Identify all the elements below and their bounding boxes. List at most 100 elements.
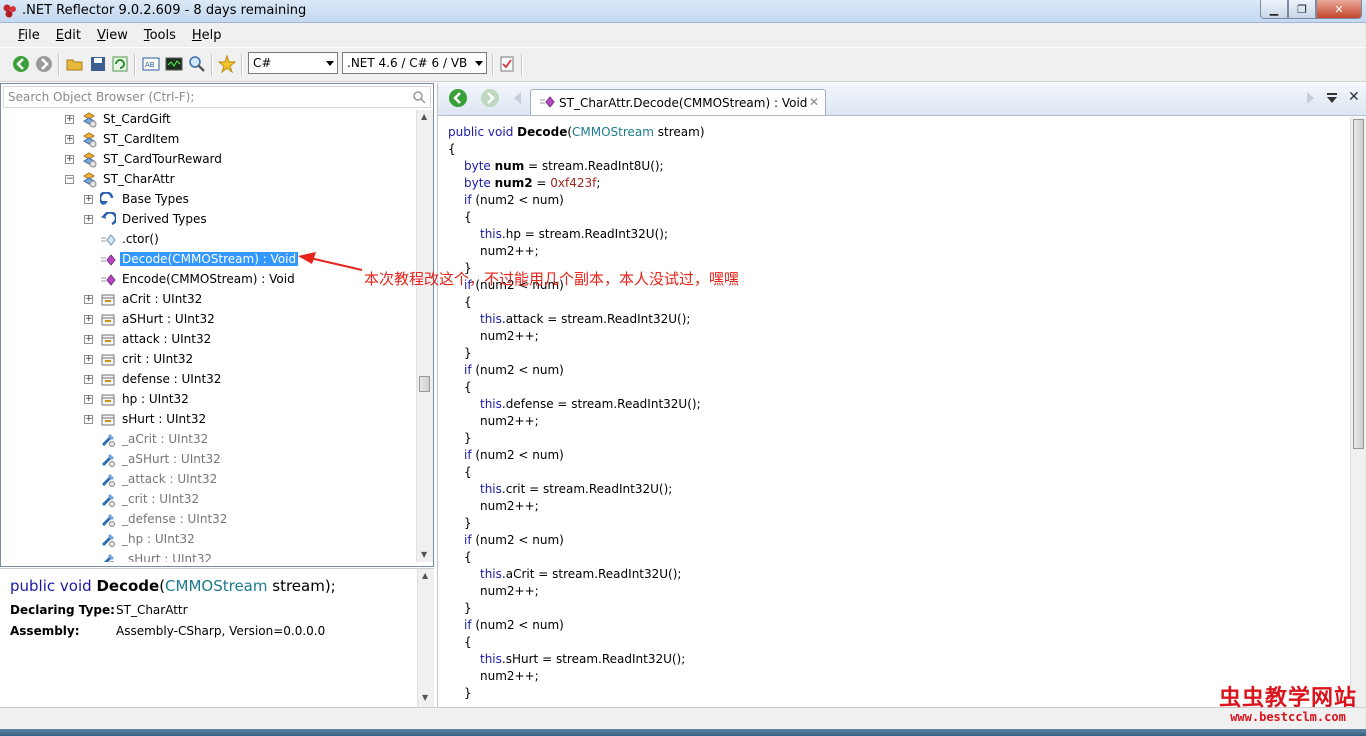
- scroll-up-icon[interactable]: ▲: [421, 112, 427, 121]
- tree-item[interactable]: _crit : UInt32: [1, 490, 419, 510]
- class-icon: [83, 132, 97, 148]
- language-select[interactable]: C#: [248, 52, 338, 74]
- close-document-icon[interactable]: ✕: [1348, 89, 1360, 105]
- tree-item[interactable]: + crit : UInt32: [1, 350, 419, 370]
- tree-item[interactable]: + ST_CardItem: [1, 130, 419, 150]
- expand-icon[interactable]: +: [84, 335, 93, 344]
- tree-item-label: Decode(CMMOStream) : Void: [120, 252, 299, 266]
- close-button[interactable]: ✕: [1316, 0, 1362, 19]
- tree-item[interactable]: + ST_CardTourReward: [1, 150, 419, 170]
- maximize-button[interactable]: ❐: [1288, 0, 1316, 19]
- scroll-down-icon[interactable]: ▼: [421, 550, 427, 559]
- menu-tools[interactable]: Tools: [136, 28, 184, 43]
- tab-close-icon[interactable]: ✕: [809, 95, 819, 109]
- property-icon: [101, 314, 115, 326]
- member-info-panel: public void Decode(CMMOStream stream); D…: [0, 568, 434, 707]
- tree-item[interactable]: _defense : UInt32: [1, 510, 419, 530]
- tree-item[interactable]: .ctor(): [1, 230, 419, 250]
- code-field-ref[interactable]: attack: [506, 312, 544, 326]
- code-field-ref[interactable]: sHurt: [506, 652, 539, 666]
- minimize-button[interactable]: ▁: [1260, 0, 1288, 19]
- code-scrollbar[interactable]: [1350, 117, 1366, 707]
- menu-view[interactable]: View: [89, 28, 136, 43]
- tab-scroll-left-icon[interactable]: [512, 91, 522, 105]
- tree-item[interactable]: + defense : UInt32: [1, 370, 419, 390]
- tab-decode[interactable]: ST_CharAttr.Decode(CMMOStream) : Void ✕: [530, 89, 826, 115]
- declaring-type-value[interactable]: ST_CharAttr: [116, 603, 188, 617]
- tab-scroll-right-icon[interactable]: [1306, 91, 1316, 105]
- forward-icon[interactable]: [35, 55, 53, 73]
- tree-item[interactable]: _sHurt : UInt32: [1, 550, 419, 562]
- analyzer-icon[interactable]: [165, 55, 183, 73]
- code-token: this: [480, 482, 502, 496]
- code-view[interactable]: public void Decode(CMMOStream stream) {by…: [438, 119, 1350, 707]
- expand-icon[interactable]: +: [84, 395, 93, 404]
- tree-item[interactable]: + St_CardGift: [1, 110, 419, 130]
- tree-item[interactable]: _aSHurt : UInt32: [1, 450, 419, 470]
- code-token: public void: [448, 125, 518, 139]
- bookmark-star-icon[interactable]: [218, 55, 236, 73]
- code-token: (num2 < num): [471, 533, 564, 547]
- search-input[interactable]: Search Object Browser (Ctrl-F);: [3, 86, 431, 108]
- code-token[interactable]: Decode: [517, 125, 567, 139]
- code-scroll-thumb[interactable]: [1353, 119, 1364, 449]
- code-field-ref[interactable]: defense: [506, 397, 554, 411]
- menu-edit[interactable]: Edit: [48, 28, 89, 43]
- tree-scrollbar[interactable]: ▲ ▼: [416, 110, 433, 562]
- expand-icon[interactable]: +: [65, 115, 74, 124]
- tree-item[interactable]: _hp : UInt32: [1, 530, 419, 550]
- tree-item[interactable]: _aCrit : UInt32: [1, 430, 419, 450]
- expand-icon[interactable]: +: [84, 195, 93, 204]
- collapse-icon[interactable]: −: [65, 175, 74, 184]
- expand-icon[interactable]: +: [84, 315, 93, 324]
- tree-item-label: _crit : UInt32: [122, 492, 200, 506]
- scroll-down-icon[interactable]: ▼: [422, 693, 428, 702]
- tree-item[interactable]: − ST_CharAttr: [1, 170, 419, 190]
- expand-icon[interactable]: +: [65, 135, 74, 144]
- code-token[interactable]: CMMOStream: [572, 125, 654, 139]
- expand-icon[interactable]: +: [84, 215, 93, 224]
- refresh-icon[interactable]: [111, 55, 129, 73]
- code-token: if: [464, 533, 472, 547]
- expand-icon[interactable]: +: [84, 295, 93, 304]
- field-icon: [101, 433, 115, 447]
- open-folder-icon[interactable]: [66, 55, 84, 73]
- disassembler-icon[interactable]: AB: [142, 55, 160, 73]
- code-field-ref[interactable]: hp: [506, 227, 521, 241]
- menu-file[interactable]: File: [10, 28, 48, 43]
- expand-icon[interactable]: +: [84, 415, 93, 424]
- code-line: }: [464, 686, 472, 700]
- save-icon[interactable]: [89, 55, 107, 73]
- sig-method-name[interactable]: Decode: [96, 577, 159, 595]
- options-checklist-icon[interactable]: [498, 55, 516, 73]
- code-field-ref[interactable]: crit: [506, 482, 526, 496]
- tree-item[interactable]: + Derived Types: [1, 210, 419, 230]
- scroll-up-icon[interactable]: ▲: [422, 571, 428, 580]
- expand-icon[interactable]: +: [84, 375, 93, 384]
- framework-select[interactable]: .NET 4.6 / C# 6 / VB: [342, 52, 487, 74]
- tree-item[interactable]: + attack : UInt32: [1, 330, 419, 350]
- nav-back-icon[interactable]: [448, 88, 468, 108]
- nav-forward-icon[interactable]: [480, 88, 500, 108]
- search-icon[interactable]: [412, 90, 426, 104]
- code-token: = stream.ReadInt8U();: [524, 159, 664, 173]
- scroll-thumb[interactable]: [419, 376, 430, 392]
- tree-item[interactable]: + Base Types: [1, 190, 419, 210]
- code-field-ref[interactable]: aCrit: [506, 567, 535, 581]
- tree-item[interactable]: + sHurt : UInt32: [1, 410, 419, 430]
- tree-item[interactable]: + aCrit : UInt32: [1, 290, 419, 310]
- property-icon: [101, 394, 115, 406]
- search-icon[interactable]: [188, 55, 206, 73]
- tab-list-icon[interactable]: [1326, 92, 1338, 104]
- tree-item[interactable]: + hp : UInt32: [1, 390, 419, 410]
- object-tree: + St_CardGift + ST_CardItem + ST_CardTourRewa…: [1, 110, 419, 562]
- tree-item[interactable]: + aSHurt : UInt32: [1, 310, 419, 330]
- info-scrollbar[interactable]: ▲ ▼: [417, 569, 434, 707]
- back-icon[interactable]: [12, 55, 30, 73]
- sig-param-type[interactable]: CMMOStream: [165, 577, 267, 595]
- tree-item[interactable]: _attack : UInt32: [1, 470, 419, 490]
- expand-icon[interactable]: +: [65, 155, 74, 164]
- menu-help[interactable]: Help: [184, 28, 230, 43]
- assembly-value[interactable]: Assembly-CSharp, Version=0.0.0.0: [116, 624, 325, 638]
- expand-icon[interactable]: +: [84, 355, 93, 364]
